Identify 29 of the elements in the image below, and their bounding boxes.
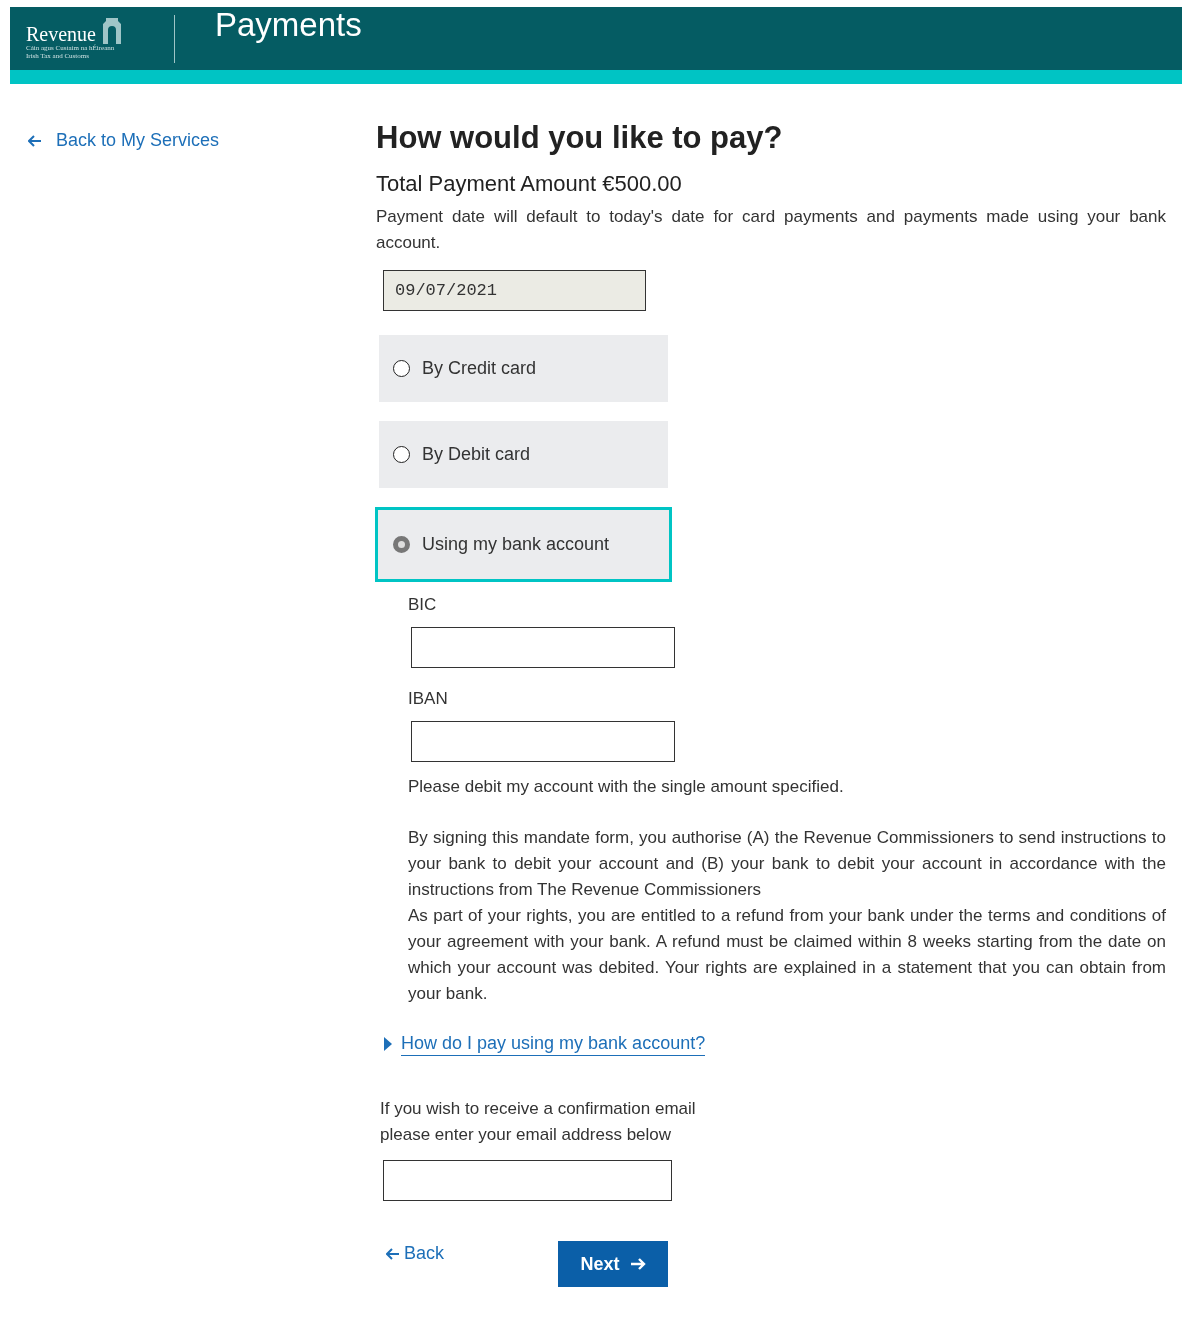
radio-icon bbox=[393, 360, 410, 377]
caret-icon bbox=[383, 1036, 392, 1051]
field-label: IBAN bbox=[408, 688, 449, 710]
payment-option[interactable]: By Credit card bbox=[379, 335, 668, 402]
email-prompt: If you wish to receive a confirmation email please enter your email address below bbox=[380, 1098, 697, 1146]
field-label: BIC bbox=[408, 594, 438, 616]
question-heading: How would you like to pay? bbox=[376, 119, 784, 157]
radio-icon bbox=[393, 446, 410, 463]
arrow-left-icon bbox=[28, 134, 42, 147]
date-note: Payment date will default to today's date for card payments and payments made using your bank account. bbox=[376, 206, 1166, 254]
mandate-paragraph: As part of your rights, you are entitled to a refund from your bank under the terms and conditions of your agreement with your bank. A refund must be claimed within 8 weeks starting from the date on which your account was debited. Your rights are explained in a statement that you can obtain from your bank. bbox=[408, 905, 1166, 1005]
debit-note: Please debit my account with the single amount specified. bbox=[408, 776, 845, 798]
radio-icon bbox=[393, 536, 410, 553]
arrow-right-icon bbox=[629, 1257, 646, 1271]
logo-name: Revenue bbox=[26, 23, 96, 44]
page-title: Payments bbox=[215, 7, 362, 43]
gate-icon bbox=[102, 17, 122, 44]
arrow-left-icon bbox=[386, 1247, 400, 1260]
total-amount: Total Payment Amount €500.00 bbox=[376, 170, 683, 198]
input-field[interactable] bbox=[411, 627, 675, 668]
payment-option[interactable]: Using my bank account bbox=[375, 507, 672, 582]
mandate-paragraph: By signing this mandate form, you authorise (A) the Revenue Commissioners to send instructions to your bank to debit your account and (B) your bank to debit your account in accordance with the instructions from The Revenue Commissioners bbox=[408, 827, 1166, 901]
back-link[interactable]: Back bbox=[386, 1243, 558, 1264]
input-field[interactable] bbox=[411, 721, 675, 762]
email-field[interactable] bbox=[383, 1160, 672, 1201]
next-button[interactable]: Next bbox=[558, 1241, 668, 1287]
payment-option[interactable]: By Debit card bbox=[379, 421, 668, 488]
help-toggle[interactable]: How do I pay using my bank account? bbox=[383, 1031, 706, 1056]
back-link[interactable]: Back to My Services bbox=[28, 130, 220, 151]
